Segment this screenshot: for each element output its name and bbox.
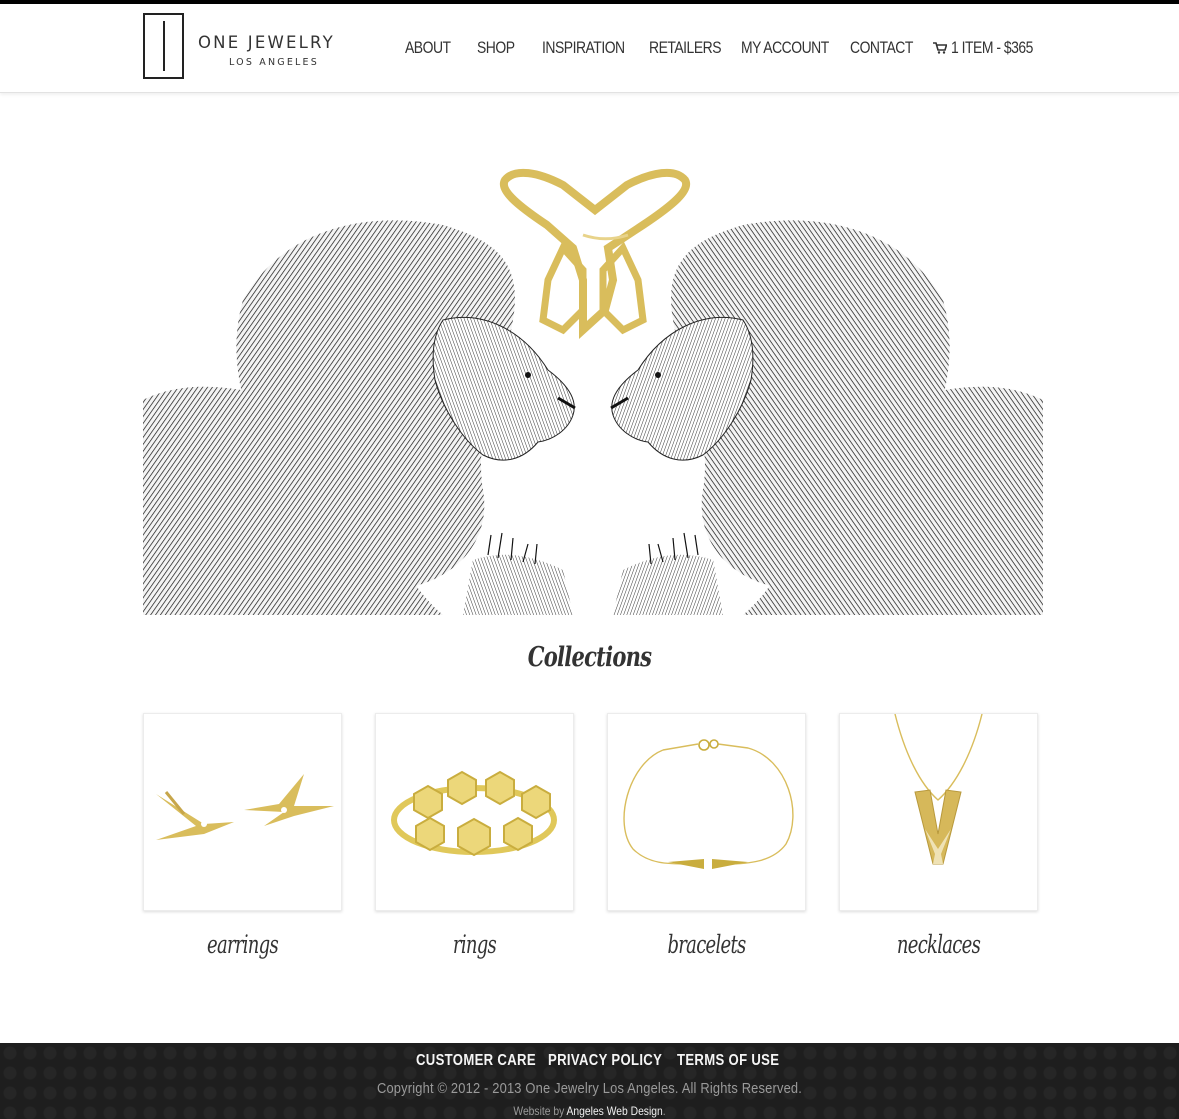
footer-link-privacy-policy[interactable]: PRIVACY POLICY: [548, 1052, 662, 1070]
rings-icon: [391, 770, 557, 857]
nav-item-my-account[interactable]: MY ACCOUNT: [741, 38, 829, 58]
site-credit: Website by Angeles Web Design.: [83, 1104, 1097, 1118]
brand-name: ONE JEWELRY: [198, 33, 335, 52]
footer-links: CUSTOMER CARE PRIVACY POLICY TERMS OF US…: [0, 1052, 1179, 1072]
collection-label-necklaces[interactable]: necklaces: [867, 930, 1010, 959]
copyright-text: Copyright © 2012 - 2013 One Jewelry Los …: [376, 1080, 803, 1097]
collections-heading: Collections: [527, 642, 652, 673]
nav-item-contact[interactable]: CONTACT: [850, 38, 913, 58]
collection-tile-necklaces[interactable]: [839, 713, 1038, 911]
bracelets-icon: [623, 739, 794, 869]
footer-link-customer-care[interactable]: CUSTOMER CARE: [416, 1052, 536, 1070]
hero-lions-ring-image: [143, 130, 1043, 615]
shopping-cart-icon[interactable]: [933, 41, 948, 54]
credit-suffix: .: [662, 1104, 666, 1118]
hero-banner[interactable]: [143, 130, 1043, 615]
necklaces-icon: [894, 714, 983, 865]
collection-tile-bracelets[interactable]: [607, 713, 806, 911]
collection-tile-rings[interactable]: [375, 713, 574, 911]
credit-prefix: Website by: [513, 1104, 567, 1118]
collection-label-earrings[interactable]: earrings: [171, 930, 314, 959]
site-footer: CUSTOMER CARE PRIVACY POLICY TERMS OF US…: [0, 1043, 1179, 1119]
nav-item-shop[interactable]: SHOP: [477, 38, 515, 58]
brand-location: LOS ANGELES: [229, 57, 319, 68]
nav-item-inspiration[interactable]: INSPIRATION: [542, 38, 625, 58]
collection-label-rings[interactable]: rings: [403, 930, 546, 959]
cart-summary-link[interactable]: 1 ITEM - $365: [951, 38, 1033, 58]
brand-logo[interactable]: ONE JEWELRY LOS ANGELES: [143, 13, 363, 79]
credit-link[interactable]: Angeles Web Design: [567, 1104, 663, 1118]
footer-link-terms-of-use[interactable]: TERMS OF USE: [677, 1052, 779, 1070]
earrings-icon: [156, 774, 334, 840]
logo-mark-icon: [143, 13, 184, 79]
nav-item-about[interactable]: ABOUT: [405, 38, 451, 58]
nav-item-retailers[interactable]: RETAILERS: [649, 38, 721, 58]
logo-mark-bar: [163, 21, 165, 71]
collection-tile-earrings[interactable]: [143, 713, 342, 911]
collection-label-bracelets[interactable]: bracelets: [635, 930, 778, 959]
site-header: ONE JEWELRY LOS ANGELES ABOUT SHOP INSPI…: [0, 4, 1179, 93]
